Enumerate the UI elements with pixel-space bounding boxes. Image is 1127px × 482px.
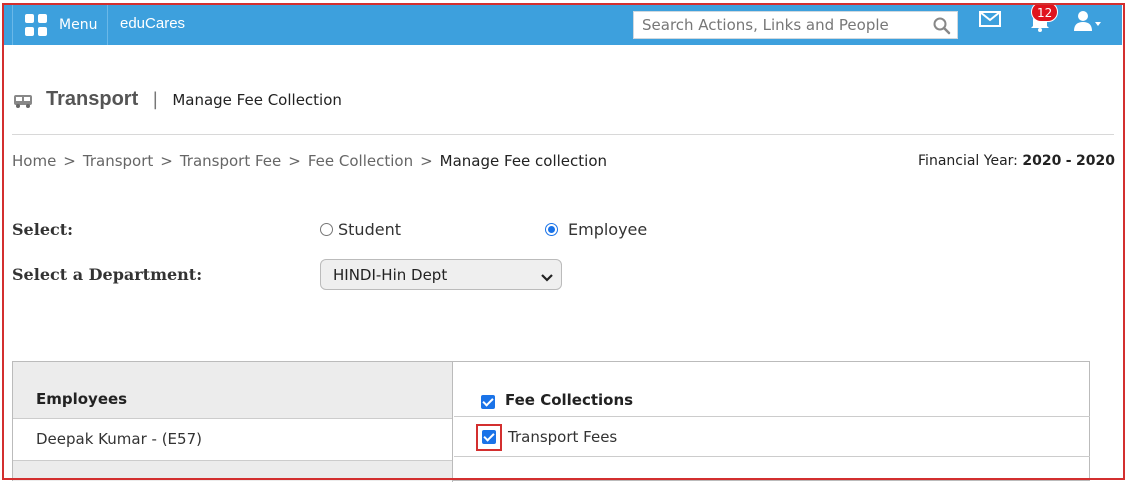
- bus-icon: [13, 93, 33, 108]
- divider: [12, 134, 1114, 135]
- transport-fees-label: Transport Fees: [508, 427, 618, 446]
- employee-row[interactable]: Deepak Kumar - (E57): [13, 419, 452, 461]
- radio-student-input[interactable]: [320, 223, 333, 236]
- select-label: Select:: [12, 220, 74, 239]
- fee-collections-label: Fee Collections: [505, 391, 634, 409]
- search-input[interactable]: [634, 12, 927, 38]
- page-title-main: Transport: [46, 88, 139, 110]
- breadcrumb-transport-fee[interactable]: Transport Fee: [180, 152, 281, 170]
- employees-header: Employees: [13, 362, 452, 419]
- financial-year-start: 2020: [1022, 153, 1062, 169]
- fee-item-row: Transport Fees: [454, 417, 1090, 457]
- radio-employee[interactable]: Employee: [545, 220, 647, 239]
- radio-employee-input[interactable]: [545, 223, 558, 236]
- mail-icon[interactable]: [979, 11, 1001, 31]
- breadcrumb-current: Manage Fee collection: [439, 152, 608, 170]
- department-value: HINDI-Hin Dept: [333, 265, 448, 284]
- grid-icon: [25, 14, 47, 36]
- brand-link[interactable]: eduCares: [120, 15, 185, 32]
- financial-year: Financial Year: 2020 - 2020: [918, 153, 1115, 169]
- department-label: Select a Department:: [12, 265, 203, 284]
- employees-column: Employees Deepak Kumar - (E57): [13, 362, 453, 482]
- department-select[interactable]: HINDI-Hin Dept: [320, 259, 562, 290]
- radio-employee-label: Employee: [568, 220, 648, 239]
- financial-year-end: 2020: [1076, 153, 1115, 169]
- fee-collections-column: Fee Collections Transport Fees: [454, 362, 1090, 482]
- breadcrumb-transport[interactable]: Transport: [83, 152, 153, 170]
- checkbox-highlight: [476, 424, 502, 451]
- fee-table: Employees Deepak Kumar - (E57) Fee Colle…: [12, 361, 1090, 482]
- employee-row-empty: [13, 461, 452, 481]
- financial-year-label: Financial Year:: [918, 153, 1018, 169]
- breadcrumb-fee-collection[interactable]: Fee Collection: [308, 152, 413, 170]
- menu-label: Menu: [59, 17, 98, 33]
- top-navbar: Menu eduCares: [4, 5, 1122, 45]
- notification-badge[interactable]: 12: [1031, 2, 1059, 22]
- radio-student[interactable]: Student: [320, 220, 401, 239]
- title-separator: |: [152, 89, 159, 110]
- financial-year-separator: -: [1065, 153, 1072, 169]
- search-box: [633, 11, 958, 39]
- menu-button[interactable]: Menu: [12, 5, 108, 45]
- fee-collections-checkbox[interactable]: [481, 395, 495, 409]
- page-subtitle: Manage Fee Collection: [172, 90, 342, 109]
- search-icon[interactable]: [927, 12, 957, 38]
- user-icon[interactable]: [1073, 10, 1103, 36]
- page-title: Transport | Manage Fee Collection: [13, 88, 342, 111]
- chevron-down-icon: [541, 269, 553, 287]
- breadcrumb-home[interactable]: Home: [12, 152, 56, 170]
- breadcrumb: Home > Transport > Transport Fee > Fee Collect…: [12, 152, 608, 170]
- fee-collections-header: Fee Collections: [454, 362, 1090, 417]
- radio-student-label: Student: [338, 220, 401, 239]
